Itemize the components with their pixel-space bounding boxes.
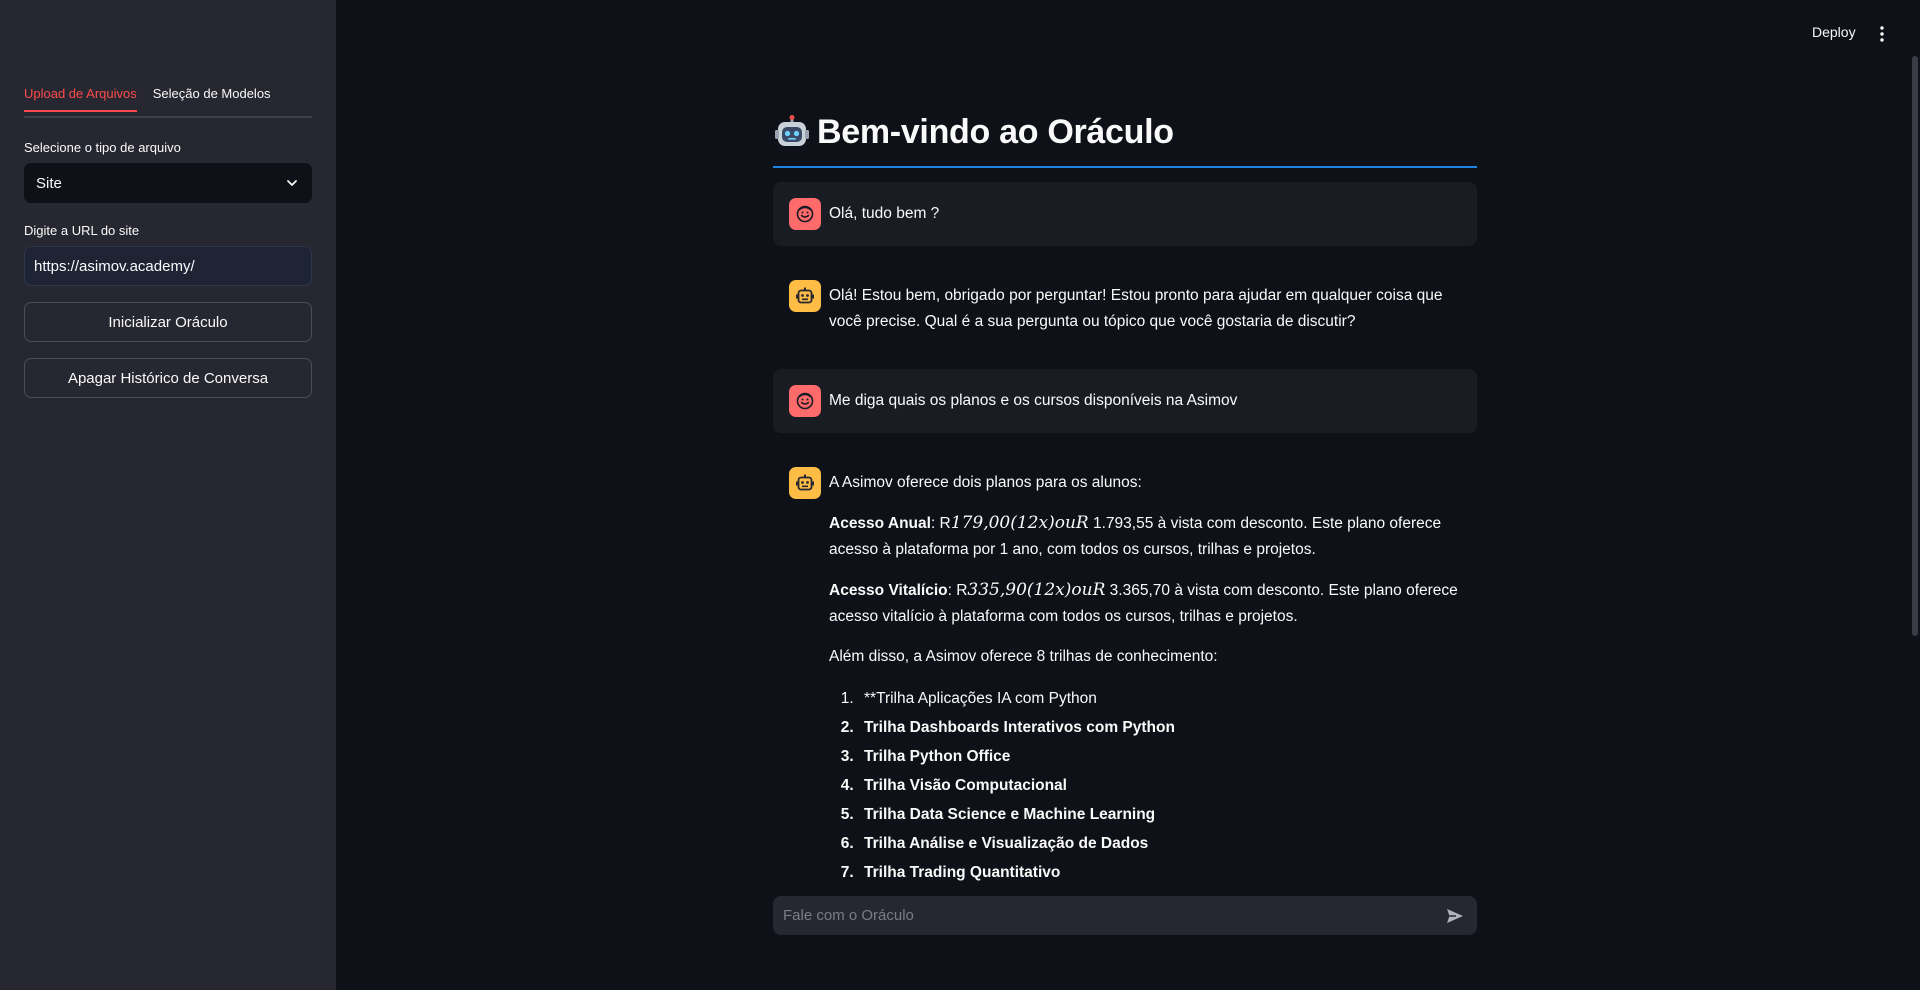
list-item: **Trilha Aplicações IA com Python	[858, 684, 1461, 713]
list-item: Trilha Análise e Visualização de Dados	[858, 829, 1461, 858]
plan-name: Acesso Anual	[829, 515, 931, 532]
sidebar-tabs: Upload de Arquivos Seleção de Modelos	[24, 86, 312, 118]
deploy-button[interactable]: Deploy	[1812, 24, 1856, 40]
chevron-down-icon	[287, 180, 297, 186]
bot-avatar	[789, 280, 821, 312]
chat-message-assistant: Olá! Estou bem, obrigado por perguntar! …	[773, 264, 1477, 351]
clear-history-button[interactable]: Apagar Histórico de Conversa	[24, 358, 312, 398]
chat-message-text: Olá, tudo bem ?	[829, 205, 940, 222]
user-avatar	[789, 198, 821, 230]
user-avatar	[789, 385, 821, 417]
kebab-menu-icon[interactable]	[1874, 24, 1890, 44]
plan-prefix: : R	[930, 515, 951, 532]
tab-upload-files[interactable]: Upload de Arquivos	[24, 86, 137, 112]
chat-input-placeholder: Fale com o Oráculo	[783, 907, 914, 924]
plans-intro: A Asimov oferece dois planos para os alu…	[829, 474, 1142, 491]
robot-icon	[796, 287, 814, 304]
page-title: Bem-vindo ao Oráculo	[817, 112, 1174, 151]
app: Upload de Arquivos Seleção de Modelos Se…	[0, 0, 1920, 990]
tracks-list: **Trilha Aplicações IA com Python Trilha…	[829, 684, 1461, 887]
tracks-intro: Além disso, a Asimov oferece 8 trilhas d…	[829, 648, 1218, 665]
main-content: Bem-vindo ao Oráculo Olá, tudo bem ? Olá…	[773, 108, 1477, 903]
list-item: Trilha Trading Quantitativo	[858, 858, 1461, 887]
file-type-value: Site	[36, 174, 62, 192]
list-item: Trilha Dashboards Interativos com Python	[858, 713, 1461, 742]
plan-name: Acesso Vitalício	[829, 582, 948, 599]
list-item: Trilha Data Science e Machine Learning	[858, 800, 1461, 829]
chat-input[interactable]: Fale com o Oráculo	[773, 896, 1477, 935]
url-input-value: https://asimov.academy/	[34, 257, 195, 275]
smiley-icon	[796, 205, 814, 223]
chat-message-user: Olá, tudo bem ?	[773, 182, 1477, 246]
file-type-label: Selecione o tipo de arquivo	[24, 140, 181, 155]
page-title-row: Bem-vindo ao Oráculo	[773, 108, 1477, 168]
url-label: Digite a URL do site	[24, 223, 140, 238]
chat-message-assistant: A Asimov oferece dois planos para os alu…	[773, 451, 1477, 903]
chat-message-text: Me diga quais os planos e os cursos disp…	[829, 392, 1238, 409]
plan-math: 179,00(12x)ouR	[950, 513, 1089, 533]
chat-message-text: Olá! Estou bem, obrigado por perguntar! …	[829, 287, 1443, 330]
url-input[interactable]: https://asimov.academy/	[24, 246, 312, 286]
tab-model-selection[interactable]: Seleção de Modelos	[153, 86, 271, 110]
list-item: Trilha Python Office	[858, 742, 1461, 771]
list-item: Trilha Visão Computacional	[858, 771, 1461, 800]
sidebar-content: Upload de Arquivos Seleção de Modelos Se…	[24, 86, 312, 398]
smiley-icon	[796, 392, 814, 410]
plan-lifetime: Acesso Vitalício: R335,90(12x)ouR 3.365,…	[829, 577, 1461, 630]
plan-prefix: : R	[947, 582, 968, 599]
main-scrollbar[interactable]	[1912, 56, 1918, 636]
plan-math: 335,90(12x)ouR	[967, 580, 1106, 600]
robot-emoji-icon	[775, 115, 809, 146]
send-icon[interactable]	[1445, 906, 1465, 926]
bot-avatar	[789, 467, 821, 499]
sidebar: Upload de Arquivos Seleção de Modelos Se…	[0, 0, 336, 990]
init-oracle-button[interactable]: Inicializar Oráculo	[24, 302, 312, 342]
chat-message-text: A Asimov oferece dois planos para os alu…	[829, 467, 1461, 887]
plan-annual: Acesso Anual: R179,00(12x)ouR 1.793,55 à…	[829, 510, 1461, 563]
file-type-select[interactable]: Site	[24, 163, 312, 203]
chat-message-user: Me diga quais os planos e os cursos disp…	[773, 369, 1477, 433]
robot-icon	[796, 474, 814, 491]
